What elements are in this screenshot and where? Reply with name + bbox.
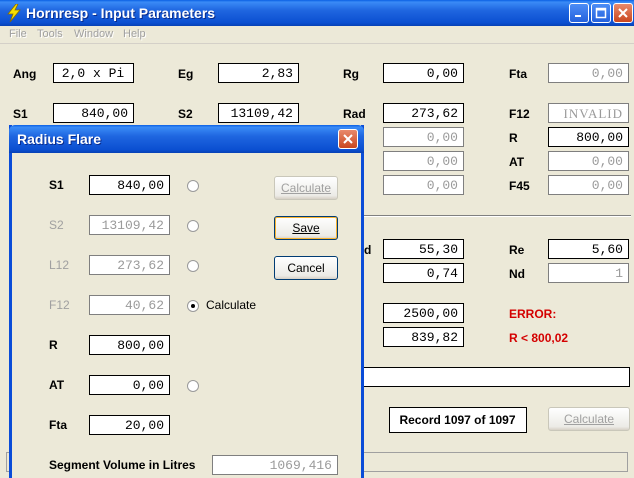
dialog-f12-radio[interactable]	[187, 300, 199, 312]
row5-col3-field[interactable]: 0,00	[383, 175, 464, 195]
close-icon	[343, 134, 353, 144]
main-calculate-button[interactable]: Calculate	[548, 407, 630, 431]
rad-field[interactable]: 273,62	[383, 103, 464, 123]
re-field[interactable]: 5,60	[548, 239, 629, 259]
dialog-l12-field[interactable]: 273,62	[89, 255, 170, 275]
dialog-s2-field[interactable]: 13109,42	[89, 215, 170, 235]
r-field[interactable]: 800,00	[548, 127, 629, 147]
dialog-at-label: AT	[49, 378, 65, 392]
maximize-icon	[595, 7, 607, 19]
dialog-r-label: R	[49, 338, 58, 352]
dialog-title: Radius Flare	[17, 131, 102, 147]
error-title: ERROR:	[509, 307, 557, 321]
row4-col3-field[interactable]: 0,00	[383, 151, 464, 171]
menu-tools[interactable]: Tools	[37, 28, 63, 40]
dialog-fta-field[interactable]: 20,00	[89, 415, 170, 435]
segment-volume-field: 1069,416	[212, 455, 338, 475]
ang-label: Ang	[13, 67, 37, 81]
eg-field[interactable]: 2,83	[218, 63, 299, 83]
row3-col3-field[interactable]: 0,00	[383, 127, 464, 147]
d-label: d	[364, 243, 372, 257]
nd-label: Nd	[509, 267, 525, 281]
row6-col3-field[interactable]: 0,74	[383, 263, 464, 283]
error-message: R < 800,02	[509, 331, 569, 345]
f45-label: F45	[509, 179, 530, 193]
dialog-save-button[interactable]: Save	[274, 216, 338, 240]
dialog-f12-field[interactable]: 40,62	[89, 295, 170, 315]
rg-label: Rg	[343, 67, 359, 81]
dialog-calculate-button[interactable]: Calculate	[274, 176, 338, 200]
record-indicator: Record 1097 of 1097	[389, 407, 527, 433]
dialog-s1-label: S1	[49, 178, 64, 192]
f12-label: F12	[509, 107, 530, 121]
radius-flare-dialog: Radius Flare S1 840,00 S2 13109,42 L12 2…	[9, 125, 364, 478]
s2-field[interactable]: 13109,42	[218, 103, 299, 123]
dialog-close-button[interactable]	[338, 129, 358, 149]
f45-field[interactable]: 0,00	[548, 175, 629, 195]
hornresp-app-icon	[7, 4, 21, 22]
rad-label: Rad	[343, 107, 366, 121]
re-label: Re	[509, 243, 525, 257]
fta-label: Fta	[509, 67, 527, 81]
dialog-fta-label: Fta	[49, 418, 67, 432]
fta-field[interactable]: 0,00	[548, 63, 629, 83]
dialog-at-radio[interactable]	[187, 380, 199, 392]
dialog-s1-field[interactable]: 840,00	[89, 175, 170, 195]
close-icon	[618, 8, 628, 18]
menu-file[interactable]: File	[9, 28, 27, 40]
dialog-s2-label: S2	[49, 218, 64, 232]
dialog-r-field[interactable]: 800,00	[89, 335, 170, 355]
menu-bar: File Tools Window Help	[0, 26, 634, 44]
s1-field[interactable]: 840,00	[53, 103, 134, 123]
maximize-button[interactable]	[591, 3, 611, 23]
minimize-icon	[575, 15, 581, 17]
dialog-s1-radio[interactable]	[187, 180, 199, 192]
row7-col3-field[interactable]: 2500,00	[383, 303, 464, 323]
rg-field[interactable]: 0,00	[383, 63, 464, 83]
s1-label: S1	[13, 107, 28, 121]
minimize-button[interactable]	[569, 3, 589, 23]
segment-volume-label: Segment Volume in Litres	[49, 458, 196, 472]
dialog-cancel-button[interactable]: Cancel	[274, 256, 338, 280]
title-bar: Hornresp - Input Parameters	[0, 0, 634, 26]
dialog-f12-label: F12	[49, 298, 70, 312]
eg-label: Eg	[178, 67, 194, 81]
window-title: Hornresp - Input Parameters	[26, 5, 216, 21]
dialog-save-button-label: Save	[292, 221, 320, 235]
dialog-s2-radio[interactable]	[187, 220, 199, 232]
dialog-cancel-button-label: Cancel	[287, 261, 325, 275]
comment-field[interactable]	[362, 367, 630, 387]
row8-col3-field[interactable]: 839,82	[383, 327, 464, 347]
menu-help[interactable]: Help	[123, 28, 146, 40]
s2-label: S2	[178, 107, 193, 121]
r-label: R	[509, 131, 518, 145]
dialog-l12-label: L12	[49, 258, 70, 272]
dialog-calculate-option-label: Calculate	[206, 298, 257, 312]
close-button[interactable]	[613, 3, 633, 23]
dialog-title-bar: Radius Flare	[9, 125, 364, 153]
menu-window[interactable]: Window	[74, 28, 113, 40]
ang-field[interactable]: 2,0 x Pi	[53, 63, 134, 83]
main-calculate-label: Calculate	[563, 412, 615, 426]
nd-field[interactable]: 1	[548, 263, 629, 283]
dialog-l12-radio[interactable]	[187, 260, 199, 272]
f12-field[interactable]: INVALID	[548, 103, 629, 123]
at-field[interactable]: 0,00	[548, 151, 629, 171]
dialog-at-field[interactable]: 0,00	[89, 375, 170, 395]
d-field[interactable]: 55,30	[383, 239, 464, 259]
dialog-calculate-button-label: Calculate	[280, 181, 332, 195]
at-label: AT	[509, 155, 525, 169]
